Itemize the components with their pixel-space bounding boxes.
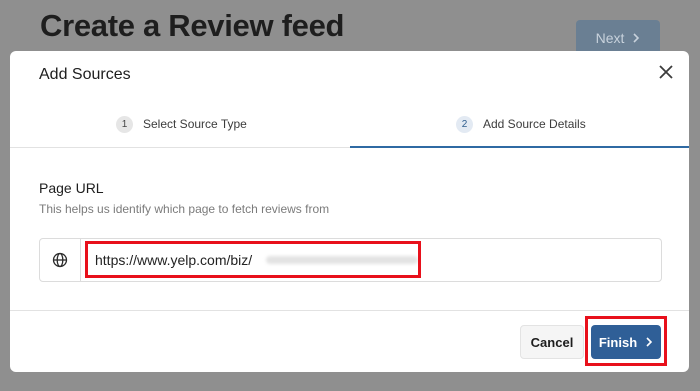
chevron-right-icon	[633, 33, 640, 43]
step-number: 2	[456, 115, 473, 133]
page-url-label: Page URL	[39, 180, 104, 196]
modal-title: Add Sources	[39, 66, 131, 83]
close-icon	[659, 65, 673, 79]
globe-icon	[52, 252, 68, 268]
finish-highlight-box	[585, 316, 667, 366]
url-highlight-box	[85, 241, 421, 278]
next-label: Next	[595, 30, 625, 46]
active-step-indicator	[350, 146, 689, 148]
url-prefix	[40, 239, 81, 281]
step-select-source-type[interactable]: 1 Select Source Type	[116, 101, 247, 147]
page-url-help: This helps us identify which page to fet…	[39, 202, 330, 216]
page-title: Create a Review feed	[40, 8, 345, 43]
step-add-source-details[interactable]: 2 Add Source Details	[456, 101, 586, 147]
step-label: Add Source Details	[483, 117, 586, 131]
step-number: 1	[116, 115, 133, 133]
close-button[interactable]	[655, 61, 677, 83]
step-label: Select Source Type	[143, 117, 247, 131]
cancel-button[interactable]: Cancel	[520, 325, 584, 359]
stepper: 1 Select Source Type 2 Add Source Detail…	[10, 101, 689, 148]
